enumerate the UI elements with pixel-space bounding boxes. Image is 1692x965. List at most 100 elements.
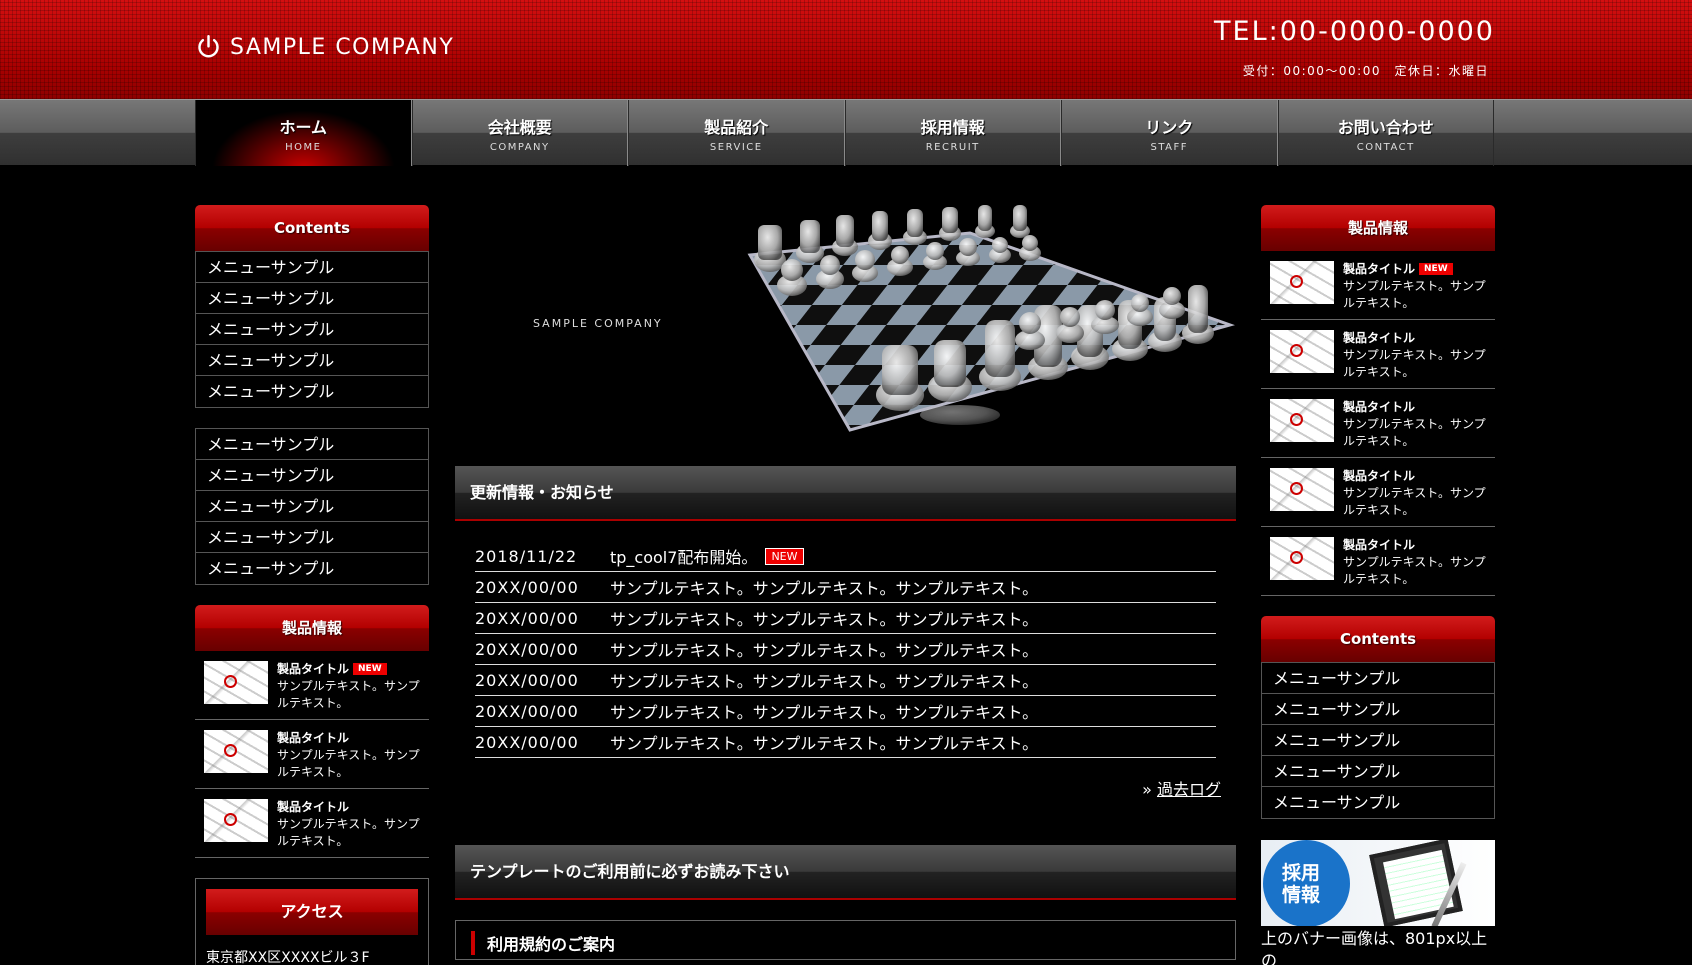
product-item[interactable]: 製品タイトル サンプルテキスト。サンプルテキスト。 (195, 789, 429, 858)
product-text: サンプルテキスト。サンプルテキスト。 (277, 748, 420, 779)
menu-item[interactable]: メニューサンプル (196, 252, 428, 283)
product-item[interactable]: 製品タイトル NEW サンプルテキスト。サンプルテキスト。 (1261, 251, 1495, 320)
news-row: 20XX/00/00 サンプルテキスト。サンプルテキスト。サンプルテキスト。 (475, 634, 1216, 665)
contents-heading: Contents (1261, 616, 1495, 662)
product-title: 製品タイトル (1343, 331, 1416, 345)
products-heading: 製品情報 (195, 605, 429, 651)
nav-label: リンク (1145, 118, 1194, 137)
new-badge: NEW (353, 663, 387, 675)
nav-sublabel: HOME (285, 142, 322, 153)
nav-sublabel: RECRUIT (925, 142, 980, 153)
banner-note: 上のバナー画像は、801px以上の (1261, 929, 1488, 965)
product-thumbnail (1270, 261, 1334, 304)
product-title: 製品タイトル (1343, 262, 1416, 276)
nav-sublabel: CONTACT (1356, 142, 1415, 153)
news-date: 20XX/00/00 (475, 577, 579, 597)
product-thumbnail (204, 799, 268, 842)
product-text: サンプルテキスト。サンプルテキスト。 (1343, 555, 1486, 586)
nav-label: 採用情報 (920, 118, 985, 137)
past-log-link[interactable]: 過去ログ (1157, 780, 1221, 799)
logo-text: SAMPLE COMPANY (230, 35, 455, 60)
menu-list-2: メニューサンプル メニューサンプル メニューサンプル メニューサンプル メニュー… (195, 428, 429, 585)
news-row: 20XX/00/00 サンプルテキスト。サンプルテキスト。サンプルテキスト。 (475, 572, 1216, 603)
menu-item[interactable]: メニューサンプル (196, 314, 428, 345)
product-text: サンプルテキスト。サンプルテキスト。 (1343, 279, 1486, 310)
news-text: サンプルテキスト。サンプルテキスト。サンプルテキスト。 (610, 734, 1039, 753)
product-item[interactable]: 製品タイトルサンプルテキスト。サンプルテキスト。 (195, 720, 429, 789)
menu-item[interactable]: メニューサンプル (1262, 694, 1494, 725)
product-text: サンプルテキスト。サンプルテキスト。 (1343, 417, 1486, 448)
access-button[interactable]: アクセス (206, 889, 418, 935)
menu-item[interactable]: メニューサンプル (1262, 663, 1494, 694)
news-date: 20XX/00/00 (475, 732, 579, 752)
banner-label: 採用 情報 (1263, 840, 1350, 926)
menu-list: メニューサンプル メニューサンプル メニューサンプル メニューサンプル メニュー… (195, 251, 429, 408)
product-item[interactable]: 製品タイトル サンプルテキスト。サンプルテキスト。 (1261, 458, 1495, 527)
menu-item[interactable]: メニューサンプル (196, 491, 428, 522)
nav-item-contact[interactable]: お問い合わせ CONTACT (1277, 100, 1494, 166)
news-date: 20XX/00/00 (475, 670, 579, 690)
recruit-banner[interactable]: 採用 情報 (1261, 840, 1495, 926)
product-thumbnail (204, 730, 268, 773)
hero-image: SAMPLE COMPANY (455, 205, 1236, 436)
power-icon (198, 35, 219, 58)
phone-number: TEL:00-0000-0000 (1214, 16, 1495, 47)
product-thumbnail (1270, 399, 1334, 442)
chess-board-image (747, 205, 1235, 432)
nav-sublabel: SERVICE (709, 142, 763, 153)
menu-item[interactable]: メニューサンプル (196, 553, 428, 584)
product-item[interactable]: 製品タイトルサンプルテキスト。サンプルテキスト。 (1261, 389, 1495, 458)
new-badge: NEW (1419, 263, 1453, 275)
access-box: アクセス 東京都XX区XXXXビル３F (195, 878, 429, 965)
product-item[interactable]: 製品タイトル NEW サンプルテキスト。サンプルテキスト。 (195, 651, 429, 720)
news-heading: 更新情報・お知らせ (455, 466, 1236, 521)
menu-item[interactable]: メニューサンプル (196, 376, 428, 407)
notebook-image (1369, 840, 1463, 926)
global-nav: ホーム HOME 会社概要 COMPANY 製品紹介 SERVICE 採用情報 RECR… (0, 99, 1692, 166)
news-row: 20XX/00/00 サンプルテキスト。サンプルテキスト。サンプルテキスト。 (475, 727, 1216, 758)
nav-item-home[interactable]: ホーム HOME (195, 100, 412, 166)
product-thumbnail (1270, 468, 1334, 511)
menu-item[interactable]: メニューサンプル (196, 345, 428, 376)
nav-item-link[interactable]: リンク STAFF (1061, 100, 1278, 166)
page: SAMPLE COMPANY TEL:00-0000-0000 受付：00:00… (0, 0, 1692, 965)
product-text: サンプルテキスト。サンプルテキスト。 (277, 679, 420, 710)
rules-title: 利用規約のご案内 (471, 931, 1235, 955)
news-date: 20XX/00/00 (475, 701, 579, 721)
nav-item-recruit[interactable]: 採用情報 RECRUIT (844, 100, 1061, 166)
menu-item[interactable]: メニューサンプル (196, 429, 428, 460)
menu-item[interactable]: メニューサンプル (196, 522, 428, 553)
hero-caption: SAMPLE COMPANY (533, 317, 663, 330)
news-text: サンプルテキスト。サンプルテキスト。サンプルテキスト。 (610, 703, 1039, 722)
header: SAMPLE COMPANY TEL:00-0000-0000 受付：00:00… (0, 0, 1692, 99)
news-date: 20XX/00/00 (475, 639, 579, 659)
news-row: 20XX/00/00 サンプルテキスト。サンプルテキスト。サンプルテキスト。 (475, 665, 1216, 696)
news-row: 20XX/00/00 サンプルテキスト。サンプルテキスト。サンプルテキスト。 (475, 603, 1216, 634)
menu-item[interactable]: メニューサンプル (1262, 787, 1494, 818)
nav-item-service[interactable]: 製品紹介 SERVICE (628, 100, 845, 166)
nav-sublabel: STAFF (1150, 142, 1189, 153)
news-row: 2018/11/22 tp_cool7配布開始。 NEW (475, 541, 1216, 572)
product-title: 製品タイトル (277, 731, 350, 745)
nav-label: 会社概要 (487, 118, 552, 137)
news-text: サンプルテキスト。サンプルテキスト。サンプルテキスト。 (610, 672, 1039, 691)
news-date: 20XX/00/00 (475, 608, 579, 628)
news-text[interactable]: tp_cool7配布開始。 (610, 544, 757, 568)
nav-sublabel: COMPANY (489, 142, 550, 153)
news-row: 20XX/00/00 サンプルテキスト。サンプルテキスト。サンプルテキスト。 (475, 696, 1216, 727)
logo[interactable]: SAMPLE COMPANY (195, 34, 454, 61)
product-title: 製品タイトル (277, 662, 350, 676)
product-item[interactable]: 製品タイトル サンプルテキスト。サンプルテキスト。 (1261, 320, 1495, 389)
menu-item[interactable]: メニューサンプル (1262, 756, 1494, 787)
left-sidebar: Contents メニューサンプル メニューサンプル メニューサンプル メニュー… (195, 205, 429, 965)
menu-item[interactable]: メニューサンプル (196, 283, 428, 314)
readme-heading: テンプレートのご利用前に必ずお読み下さい (455, 845, 1236, 900)
product-title: 製品タイトル (1343, 400, 1416, 414)
nav-label: お問い合わせ (1337, 118, 1434, 137)
news-date: 2018/11/22 (475, 546, 578, 566)
news-text: サンプルテキスト。サンプルテキスト。サンプルテキスト。 (610, 579, 1039, 598)
product-item[interactable]: 製品タイトル サンプルテキスト。サンプルテキスト。 (1261, 527, 1495, 596)
nav-item-company[interactable]: 会社概要 COMPANY (411, 100, 628, 166)
menu-item[interactable]: メニューサンプル (1262, 725, 1494, 756)
menu-item[interactable]: メニューサンプル (196, 460, 428, 491)
